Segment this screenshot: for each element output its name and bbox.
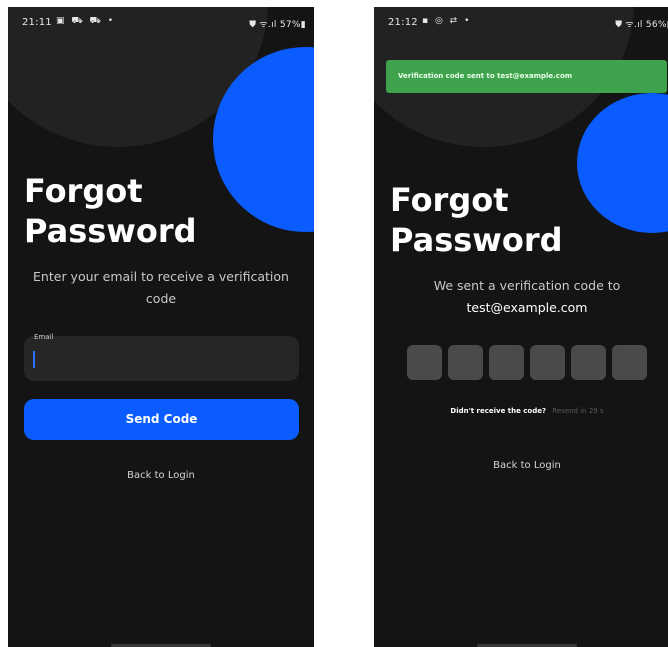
- page-title: Forgot Password: [24, 171, 197, 251]
- code-digit-box[interactable]: [530, 345, 565, 380]
- back-to-login-link[interactable]: Back to Login: [374, 460, 668, 471]
- code-digit-box[interactable]: [489, 345, 524, 380]
- page-title: Forgot Password: [390, 180, 563, 260]
- email-label: Email: [34, 333, 54, 341]
- resend-row: Didn't receive the code? Resend in 29 s: [374, 407, 668, 415]
- forgot-password-email-screen: 21:11 ▣ ⛟ ⛟ • ⛊ ᯤ.ıl 57%▮ Forgot Passwor…: [8, 7, 314, 647]
- code-sent-text: We sent a verification code to test@exam…: [388, 275, 666, 319]
- send-code-button[interactable]: Send Code: [24, 399, 299, 440]
- status-time: 21:12: [388, 17, 418, 28]
- status-time: 21:11: [22, 17, 52, 28]
- instructions-line-2: code: [145, 291, 177, 306]
- title-line-2: Password: [24, 212, 197, 250]
- email-field[interactable]: [24, 336, 299, 381]
- battery-signal-status: ⛊ ᯤ.ıl 57%▮: [249, 20, 306, 30]
- text-cursor: [33, 351, 35, 368]
- background-shape-blue: [577, 93, 668, 233]
- code-sent-line: We sent a verification code to: [433, 278, 621, 293]
- notification-icons: ▪ ◎ ⇄ •: [422, 16, 472, 26]
- resend-countdown-link[interactable]: Resend in 29 s: [552, 407, 603, 415]
- instructions-line-1: Enter your email to receive a verificati…: [33, 269, 289, 284]
- forgot-password-code-screen: 21:12 ▪ ◎ ⇄ • ⛊ ᯤ.ıl 56%▮ Verification c…: [374, 7, 668, 647]
- status-bar: 21:12 ▪ ◎ ⇄ • ⛊ ᯤ.ıl 56%▮: [374, 7, 668, 37]
- instructions-text: Enter your email to receive a verificati…: [22, 266, 300, 310]
- code-digit-box[interactable]: [407, 345, 442, 380]
- title-line-1: Forgot: [390, 181, 509, 219]
- code-digit-box[interactable]: [612, 345, 647, 380]
- code-sent-email: test@example.com: [466, 300, 588, 315]
- title-line-2: Password: [390, 221, 563, 259]
- code-digit-box[interactable]: [448, 345, 483, 380]
- back-to-login-link[interactable]: Back to Login: [8, 470, 314, 481]
- battery-signal-status: ⛊ ᯤ.ıl 56%▮: [615, 20, 668, 30]
- notification-icons: ▣ ⛟ ⛟ •: [56, 16, 116, 26]
- resend-question: Didn't receive the code?: [450, 407, 547, 415]
- success-toast: Verification code sent to test@example.c…: [386, 60, 667, 93]
- code-digit-box[interactable]: [571, 345, 606, 380]
- status-bar: 21:11 ▣ ⛟ ⛟ • ⛊ ᯤ.ıl 57%▮: [8, 7, 314, 37]
- title-line-1: Forgot: [24, 172, 143, 210]
